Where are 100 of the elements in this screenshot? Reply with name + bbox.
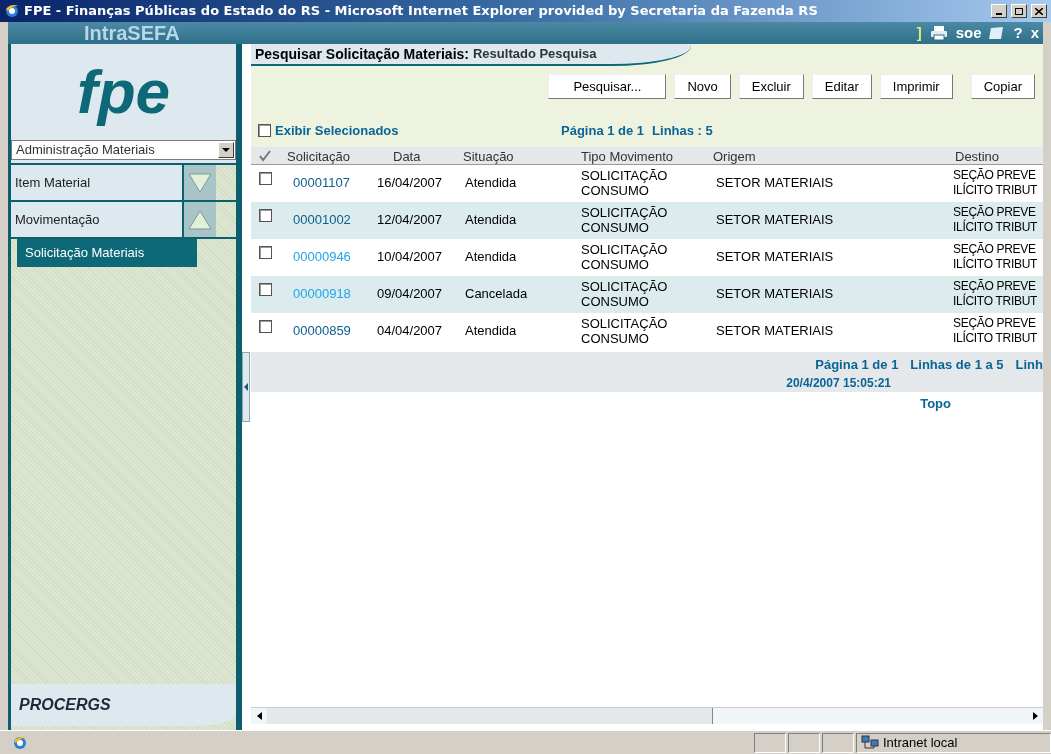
maximize-icon xyxy=(1015,7,1023,15)
close-button[interactable] xyxy=(1031,4,1047,18)
table-cell-text: SETOR MATERIAIS xyxy=(715,174,835,193)
header-tool[interactable]: soe xyxy=(955,21,982,45)
procergs-logo: PROCERGS xyxy=(19,695,111,715)
printer-icon[interactable] xyxy=(929,25,948,41)
top-link[interactable]: Topo xyxy=(920,393,951,413)
browser-icon xyxy=(4,3,20,19)
show-selected-label[interactable]: Exibir Selecionados xyxy=(275,121,561,141)
minimize-button[interactable] xyxy=(991,4,1007,18)
toolbar-button[interactable]: Copiar xyxy=(970,74,1035,99)
toolbar-button[interactable]: Pesquisar... xyxy=(548,74,667,99)
book-icon[interactable] xyxy=(989,26,1006,40)
table-cell-text: ILÍCITO TRIBUT xyxy=(953,331,1039,346)
column-header[interactable]: Tipo Movimento xyxy=(577,146,709,166)
timestamp: 20/4/2007 15:05:21 xyxy=(786,375,891,392)
paging-info: Linhas de 1 a 5 xyxy=(910,355,1004,374)
table-cell-text: SOLICITAÇÃO xyxy=(581,168,669,183)
table-cell-text: SETOR MATERIAIS xyxy=(715,211,835,230)
table-cell-text: 09/04/2007 xyxy=(376,285,444,304)
table-cell-text: ILÍCITO TRIBUT xyxy=(953,257,1039,272)
table-cell-text: SEÇÃO PREVE xyxy=(953,242,1037,257)
table-cell-text: Cancelada xyxy=(464,285,529,304)
toolbar-button[interactable]: Imprimir xyxy=(879,74,953,99)
status-pane xyxy=(754,732,786,753)
dropdown-caret-icon xyxy=(222,148,230,152)
table-cell-text: Atendida xyxy=(464,211,518,230)
scroll-right-icon[interactable] xyxy=(1032,712,1038,720)
request-link[interactable]: 00001002 xyxy=(285,210,373,230)
checkbox[interactable] xyxy=(259,319,272,333)
exit-link[interactable]: x xyxy=(1030,21,1039,45)
paging-info: Página 1 de 1 xyxy=(561,122,645,140)
collapse-handle[interactable] xyxy=(242,352,250,422)
menu-item[interactable]: Item Material xyxy=(11,165,182,200)
header-tool[interactable]: ] xyxy=(916,21,922,45)
table-cell-text: CONSUMO xyxy=(581,331,650,346)
up-triangle-icon xyxy=(187,208,213,231)
column-header[interactable]: Origem xyxy=(709,146,951,166)
maximize-button[interactable] xyxy=(1011,4,1027,18)
paging-info: Linhas : 5 xyxy=(652,122,713,140)
table-cell-text: SOLICITAÇÃO xyxy=(581,316,669,331)
status-pane xyxy=(788,732,820,753)
zone-label: Intranet local xyxy=(883,733,958,752)
table-cell-text: SETOR MATERIAIS xyxy=(715,322,835,341)
page-subtitle: Resultado Pesquisa xyxy=(473,45,597,64)
table-cell-text: CONSUMO xyxy=(581,257,650,272)
table-cell-text: SEÇÃO PREVE xyxy=(953,168,1037,183)
table-cell-text: SOLICITAÇÃO xyxy=(581,279,669,294)
column-header[interactable]: Solicitação xyxy=(285,146,373,166)
table-cell-text: 04/04/2007 xyxy=(376,322,444,341)
request-link[interactable]: 00000859 xyxy=(285,321,373,341)
table-cell-text: 16/04/2007 xyxy=(376,174,444,193)
close-icon xyxy=(1035,7,1043,15)
paging-info: Página 1 de 1 xyxy=(815,355,899,374)
window-title: FPE - Finanças Públicas do Estado do RS - Microsoft Internet Explorer provided by Secretaria da Fazenda RS xyxy=(24,2,819,21)
table-cell-text: CONSUMO xyxy=(581,220,650,235)
table-cell-text: Atendida xyxy=(464,322,518,341)
table-cell-text: 10/04/2007 xyxy=(376,248,444,267)
request-link[interactable]: 00001107 xyxy=(285,173,373,193)
menu-item[interactable]: Movimentação xyxy=(11,202,182,237)
down-triangle-icon xyxy=(187,171,213,194)
column-header[interactable]: Destino xyxy=(951,146,1043,166)
toolbar-button[interactable]: Editar xyxy=(811,74,872,99)
help-link[interactable]: ? xyxy=(1013,21,1023,45)
table-cell-text: Atendida xyxy=(464,248,518,267)
table-cell-text: SETOR MATERIAIS xyxy=(715,285,835,304)
scroll-left-icon[interactable] xyxy=(256,712,262,720)
checkbox[interactable] xyxy=(259,245,272,259)
toolbar-button[interactable]: Novo xyxy=(674,74,731,99)
checkbox[interactable] xyxy=(259,208,272,222)
submenu-item[interactable]: Solicitação Materiais xyxy=(17,239,197,267)
page-icon xyxy=(12,734,28,751)
table-cell-text: SETOR MATERIAIS xyxy=(715,248,835,267)
select-all-icon[interactable] xyxy=(259,150,271,163)
column-header[interactable]: Situação xyxy=(459,146,577,166)
network-icon xyxy=(861,734,879,751)
table-cell-text: 12/04/2007 xyxy=(376,211,444,230)
expand-toggle[interactable] xyxy=(182,165,216,200)
table-cell-text: ILÍCITO TRIBUT xyxy=(953,294,1039,309)
checkbox[interactable] xyxy=(259,171,272,185)
table-cell-text: SEÇÃO PREVE xyxy=(953,279,1037,294)
status-pane xyxy=(822,732,854,753)
horizontal-scrollbar[interactable] xyxy=(251,707,1043,724)
expand-toggle[interactable] xyxy=(182,202,216,237)
table-cell-text: SOLICITAÇÃO xyxy=(581,242,669,257)
column-header[interactable]: Data xyxy=(373,146,459,166)
checkbox[interactable] xyxy=(258,124,271,138)
table-cell-text: CONSUMO xyxy=(581,294,650,309)
table-cell-text: SEÇÃO PREVE xyxy=(953,316,1037,331)
scrollbar-thumb[interactable] xyxy=(267,708,713,724)
table-cell-text: Atendida xyxy=(464,174,518,193)
toolbar-button[interactable]: Excluir xyxy=(738,74,804,99)
module-select[interactable]: Administração Materiais xyxy=(11,140,236,160)
page-title: Pesquisar Solicitação Materiais: xyxy=(255,44,469,64)
table-cell-text: SOLICITAÇÃO xyxy=(581,205,669,220)
table-cell-text: ILÍCITO TRIBUT xyxy=(953,183,1039,198)
checkbox[interactable] xyxy=(259,282,272,296)
table-cell-text: SEÇÃO PREVE xyxy=(953,205,1037,220)
paging-info: Linh xyxy=(1015,355,1043,374)
brand-title: IntraSEFA xyxy=(84,23,181,43)
